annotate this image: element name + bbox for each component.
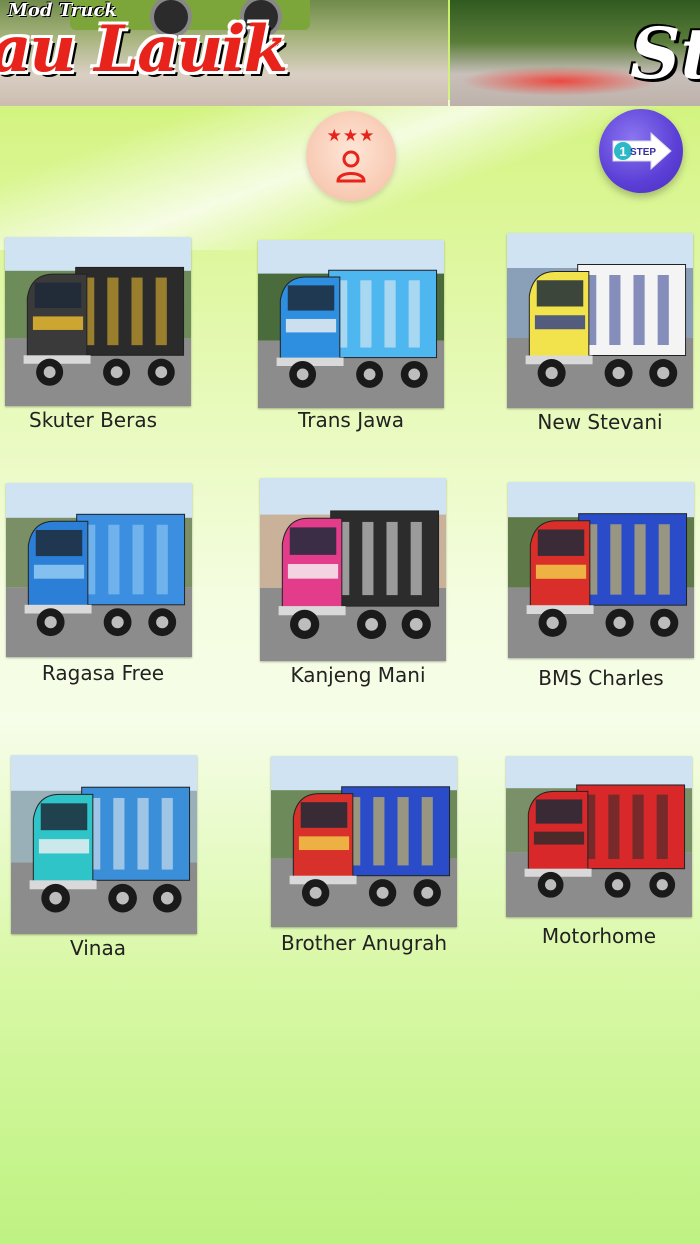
truck-label: Kanjeng Mani [290,663,426,687]
step-label: STEP [630,147,656,158]
truck-label: Motorhome [541,924,657,948]
step-number: 1 [619,144,626,159]
truck-label: Brother Anugrah [280,931,448,955]
truck-label: New Stevani [537,410,663,434]
truck-label: Ragasa Free [41,661,165,685]
truck-label: Vinaa [70,936,126,960]
rating-stars-icon: ★★★ [326,126,376,146]
banner-title-left: au Lauik [0,12,288,87]
truck-thumbnail[interactable] [508,482,694,658]
truck-thumbnail[interactable] [5,237,191,406]
rate-button[interactable]: ★★★ [306,111,396,201]
user-icon [336,150,366,183]
truck-thumbnail[interactable] [6,483,192,657]
header-banner[interactable]: Mod Truck au Lauik St [0,0,700,106]
truck-label: BMS Charles [538,666,664,690]
truck-thumbnail[interactable] [11,755,197,934]
truck-thumbnail[interactable] [271,756,457,927]
banner-image-left: Mod Truck au Lauik [0,0,448,106]
truck-thumbnail[interactable] [258,240,444,408]
step-arrow-icon: 1 STEP [612,131,672,171]
banner-title-right: St [630,12,700,95]
truck-label: Skuter Beras [29,408,157,432]
truck-thumbnail[interactable] [506,756,692,917]
truck-label: Trans Jawa [298,408,404,432]
truck-thumbnail[interactable] [260,478,446,661]
truck-thumbnail[interactable] [507,233,693,408]
next-step-button[interactable]: 1 STEP [599,109,683,193]
